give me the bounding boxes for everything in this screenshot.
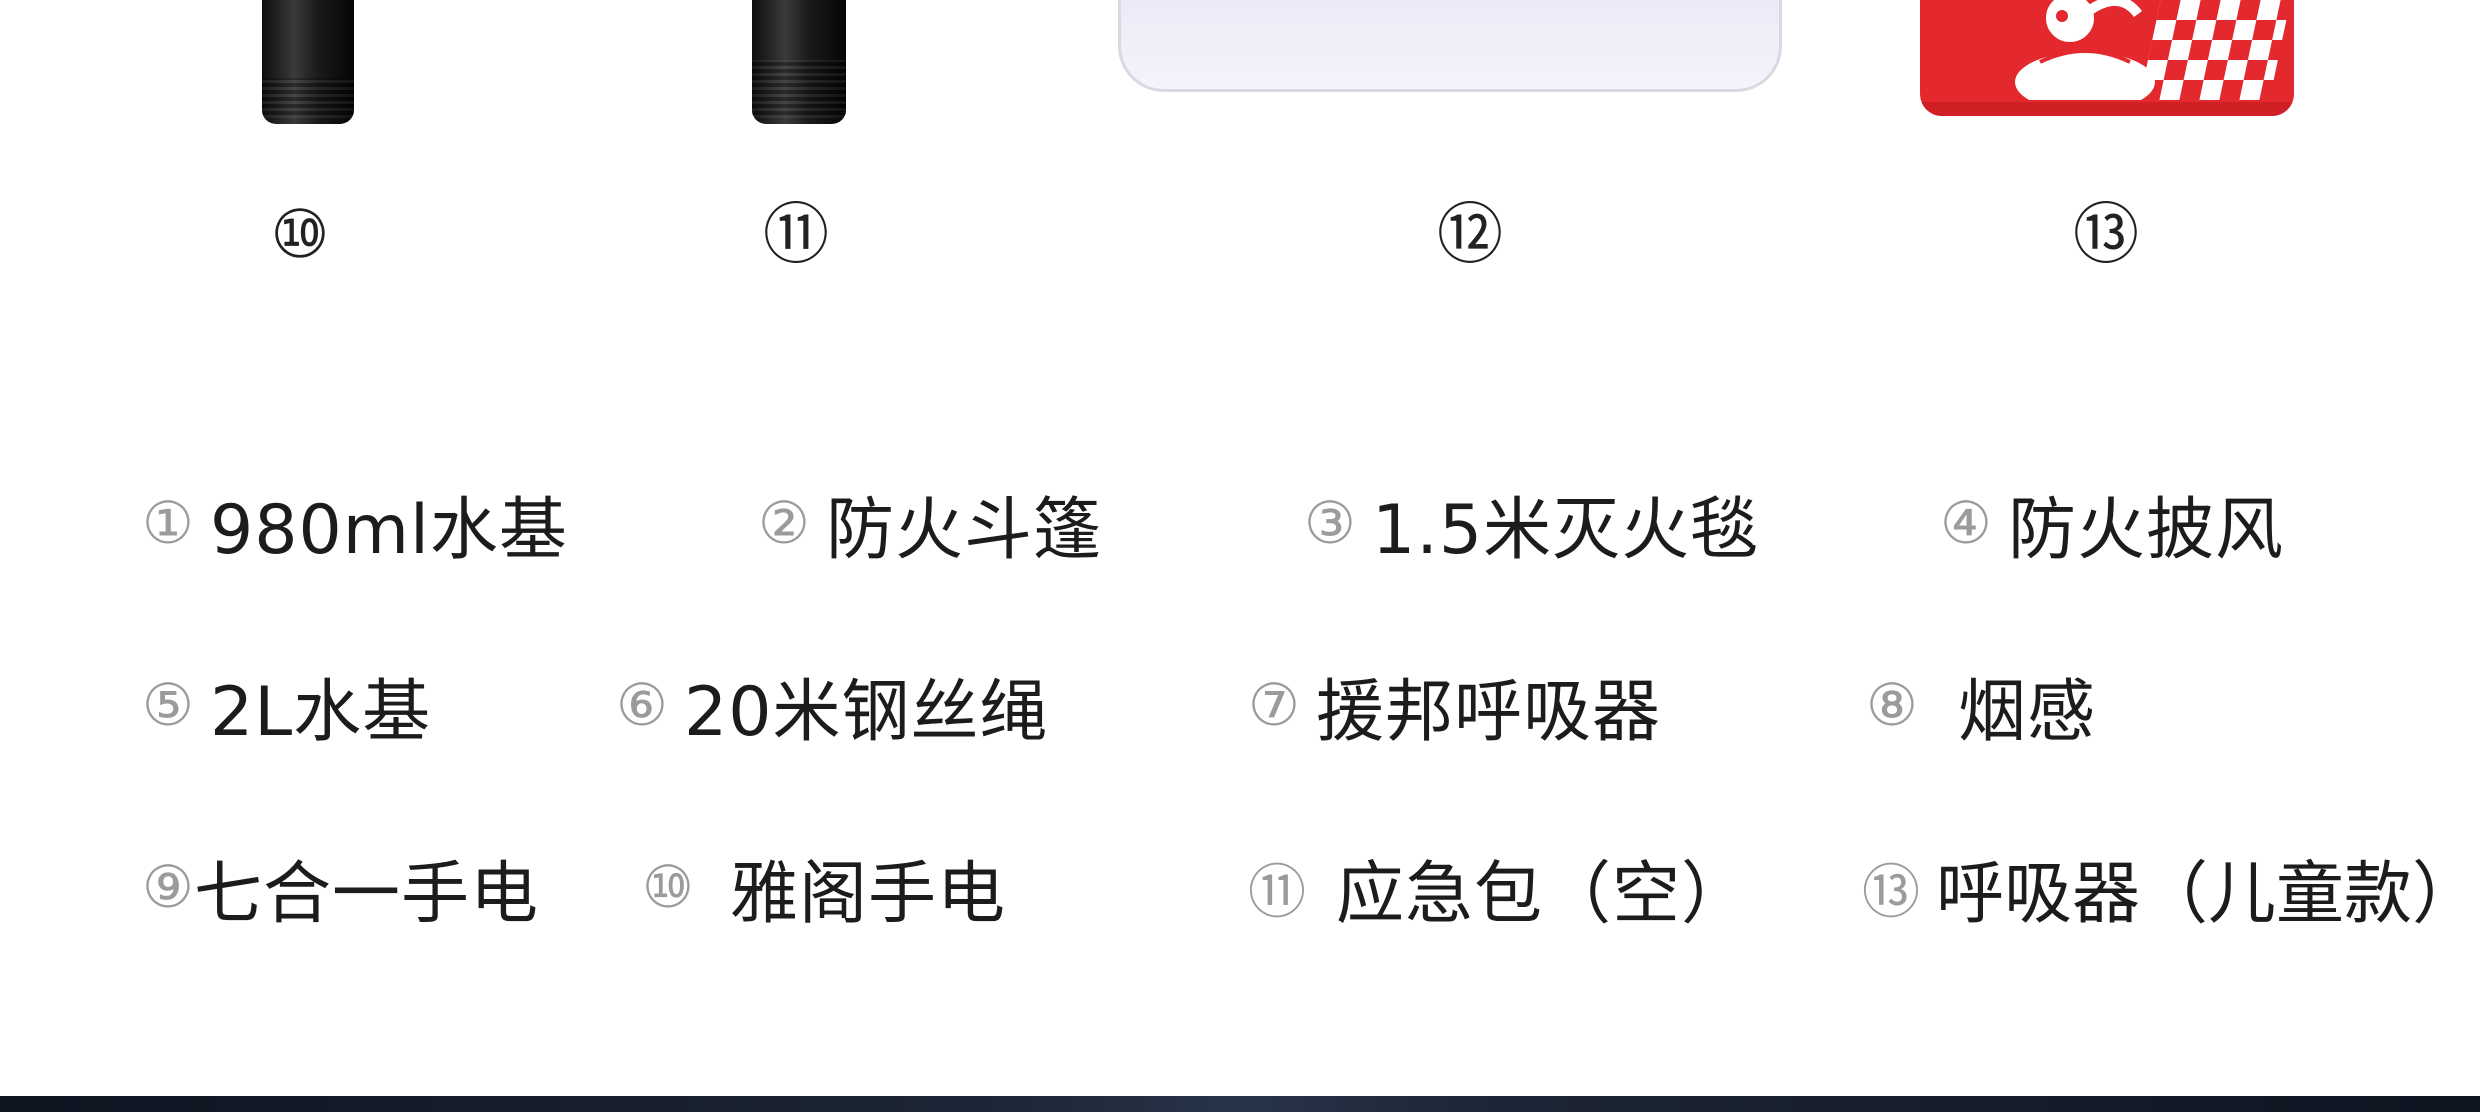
bottom-bar [0, 1096, 2480, 1112]
item-label: 七合一手电 [194, 854, 540, 934]
list-item: ⑬ 呼吸器（儿童款） [1862, 837, 2480, 937]
mascot-icon [2015, 0, 2155, 100]
item-label: 防火披风 [2008, 490, 2285, 570]
list-item: ⑨ 七合一手电 [142, 837, 539, 937]
product-number-10: ⑩ [270, 196, 330, 273]
product-number-13: ⑬ [2073, 196, 2139, 273]
item-number: ⑥ [616, 671, 668, 739]
item-label: 防火斗篷 [826, 490, 1103, 570]
item-number: ⑧ [1866, 671, 1918, 739]
item-label: 援邦呼吸器 [1316, 672, 1662, 752]
item-label: 烟感 [1958, 672, 2097, 752]
item-label: 1.5米灭火毯 [1372, 490, 1760, 570]
item-number: ⑤ [142, 671, 194, 739]
list-item: ③ 1.5米灭火毯 [1304, 473, 1759, 573]
item-number: ③ [1304, 489, 1356, 557]
flashlight-icon [262, 0, 354, 124]
item-number: ② [758, 489, 810, 557]
item-label: 2L水基 [210, 672, 432, 752]
item-number: ⑬ [1862, 858, 1921, 926]
list-item: ④ 防火披风 [1940, 473, 2284, 573]
list-item: ⑥ 20米钢丝绳 [616, 655, 1049, 755]
product-number-12: ⑫ [1437, 196, 1503, 273]
child-respirator-box-icon [1920, 0, 2294, 116]
item-number: ⑨ [142, 853, 194, 921]
item-label: 雅阁手电 [730, 854, 1007, 934]
list-item: ⑦ 援邦呼吸器 [1248, 655, 1661, 755]
item-number: ④ [1940, 489, 1992, 557]
item-label: 20米钢丝绳 [684, 672, 1049, 752]
list-item: ⑪ 应急包（空） [1248, 837, 1750, 937]
list-item: ② 防火斗篷 [758, 473, 1102, 573]
product-number-11: ⑪ [763, 196, 829, 273]
item-number: ① [142, 489, 194, 557]
product-list-page: ⑩ ⑪ ⑫ ⑬ ① 980ml水基 ② 防火斗篷 ③ 1.5米灭火毯 ④ 防火披… [0, 0, 2480, 1112]
item-number: ⑪ [1248, 858, 1307, 926]
item-label: 980ml水基 [210, 490, 568, 570]
list-item: ① 980ml水基 [142, 473, 568, 573]
emergency-bag-icon [1118, 0, 1782, 92]
list-item: ⑤ 2L水基 [142, 655, 431, 755]
item-label: 应急包（空） [1336, 854, 1751, 934]
item-label: 呼吸器（儿童款） [1936, 854, 2480, 934]
flashlight-icon [752, 0, 846, 124]
list-item: ⑧ 烟感 [1866, 655, 2096, 755]
item-number: ⑦ [1248, 671, 1300, 739]
item-number: ⑩ [642, 853, 694, 921]
list-item: ⑩ 雅阁手电 [642, 837, 1006, 937]
